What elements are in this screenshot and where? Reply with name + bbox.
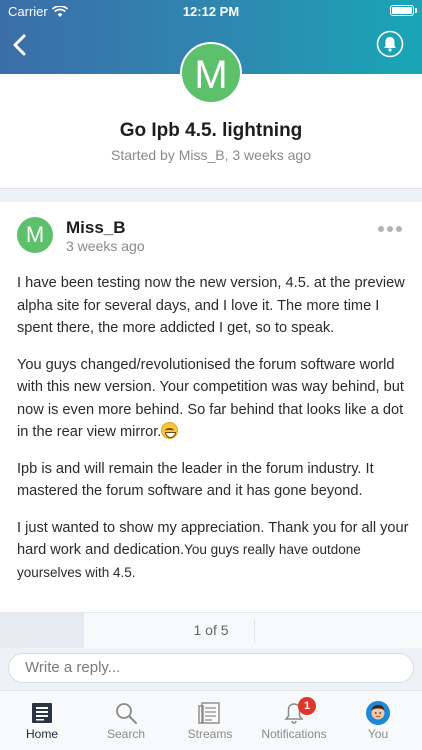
section-divider: [0, 188, 422, 202]
notification-badge: 1: [298, 697, 316, 715]
bell-icon: [376, 30, 404, 58]
more-dot-icon: [396, 226, 402, 232]
battery-icon: [390, 5, 417, 16]
chevron-left-icon: [13, 34, 26, 56]
tab-you[interactable]: You: [336, 691, 420, 750]
follow-button[interactable]: [376, 30, 404, 58]
topic-meta: Started by Miss_B, 3 weeks ago: [111, 147, 311, 163]
user-avatar-icon: [366, 701, 390, 725]
tab-search[interactable]: Search: [84, 691, 168, 750]
post-paragraph: Ipb is and will remain the leader in the…: [17, 460, 374, 500]
divider: [254, 619, 255, 643]
status-time: 12:12 PM: [182, 4, 240, 19]
streams-icon: [198, 702, 220, 724]
more-dot-icon: [378, 226, 384, 232]
pagination-bar[interactable]: 1 of 5: [0, 612, 422, 648]
tab-label: Home: [25, 727, 58, 741]
reply-input[interactable]: Write a reply...: [8, 653, 414, 683]
post-body: I have been testing now the new version,…: [17, 272, 409, 598]
post-timestamp: 3 weeks ago: [66, 238, 145, 254]
tab-label: Search: [106, 727, 146, 741]
search-icon: [116, 703, 137, 724]
grin-emoji-icon: [161, 422, 179, 439]
tab-label: Notifications: [261, 727, 327, 741]
tab-label: You: [367, 727, 389, 741]
tab-label: Streams: [187, 727, 233, 741]
pagination-progress: [0, 613, 85, 648]
topic-author-avatar[interactable]: M: [180, 42, 242, 104]
tab-streams[interactable]: Streams: [168, 691, 252, 750]
pagination-label[interactable]: 1 of 5: [168, 613, 254, 648]
post-paragraph: You guys changed/revolutionised the foru…: [17, 356, 404, 441]
tab-bar: Home Search Streams Notifications 1 You: [0, 690, 422, 750]
post-more-button[interactable]: [376, 224, 404, 234]
back-button[interactable]: [8, 30, 32, 60]
status-bar: Carrier 12:12 PM: [0, 0, 422, 22]
more-dot-icon: [387, 226, 393, 232]
reply-bar: Write a reply...: [0, 648, 422, 690]
post-author-avatar[interactable]: M: [17, 217, 53, 253]
topic-title: Go Ipb 4.5. lightning: [119, 120, 303, 141]
tab-home[interactable]: Home: [0, 691, 84, 750]
tab-notifications[interactable]: Notifications: [252, 691, 336, 750]
post-paragraph: I just wanted to show my appreciation. T…: [17, 519, 409, 580]
home-icon: [32, 703, 52, 723]
post-author-name[interactable]: Miss_B: [66, 218, 126, 238]
post-paragraph: I have been testing now the new version,…: [17, 275, 405, 336]
